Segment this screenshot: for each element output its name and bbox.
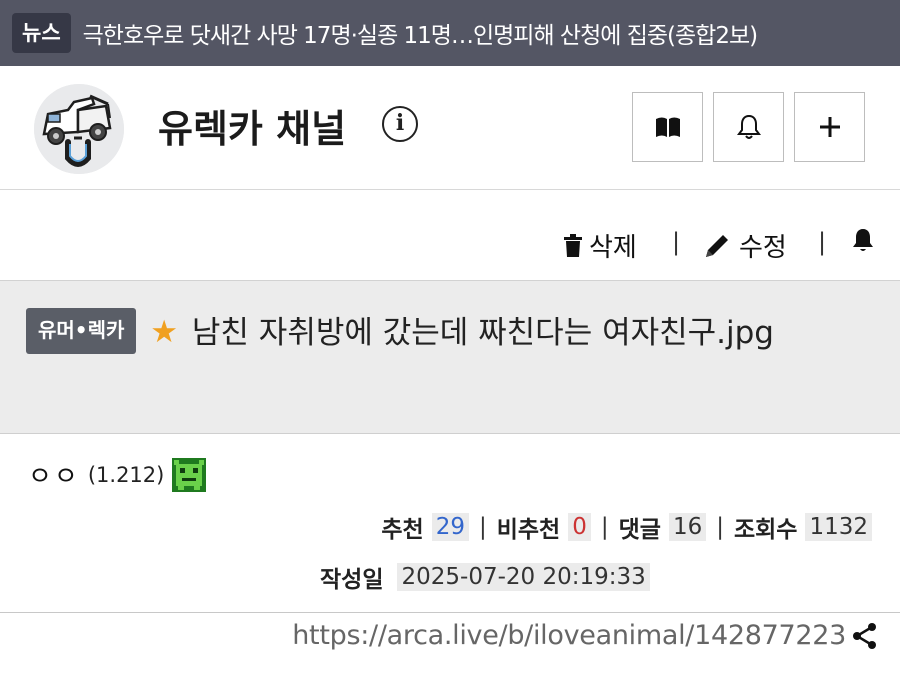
subscribe-notify-button[interactable]	[713, 92, 784, 162]
user-level-icon	[172, 457, 207, 492]
stat-separator: |	[600, 514, 609, 540]
notify-button[interactable]	[851, 227, 875, 253]
author-name[interactable]: ㅇㅇ	[28, 456, 80, 493]
post-link: https://arca.live/b/iloveanimal/14287722…	[292, 620, 878, 651]
post-title: 유머•렉카 ★ 남친 자취방에 갔는데 짜친다는 여자친구.jpg	[26, 305, 872, 363]
stat-separator: |	[716, 514, 724, 540]
author-info: ㅇㅇ (1.212)	[28, 456, 207, 493]
plus-icon	[819, 117, 840, 137]
channel-header: 유렉카 채널 i	[0, 66, 900, 190]
post-actions: 삭제 | 수정 |	[0, 190, 900, 280]
tow-truck-icon	[34, 84, 124, 174]
news-badge: 뉴스	[12, 13, 71, 53]
share-icon[interactable]	[852, 622, 878, 650]
post-title-text: 남친 자취방에 갔는데 짜친다는 여자친구.jpg	[191, 315, 774, 351]
post-date: 작성일 2025-07-20 20:19:33	[320, 560, 650, 594]
upvote-label: 추천	[381, 517, 424, 543]
post-url[interactable]: https://arca.live/b/iloveanimal/14287722…	[292, 620, 846, 651]
action-separator: |	[672, 228, 681, 256]
delete-label: 삭제	[589, 233, 637, 263]
post-title-area: 유머•렉카 ★ 남친 자취방에 갔는데 짜친다는 여자친구.jpg	[0, 280, 900, 434]
upvote-count: 29	[431, 513, 469, 541]
delete-button[interactable]: 삭제	[563, 227, 637, 264]
info-icon[interactable]: i	[382, 106, 418, 142]
edit-label: 수정	[739, 233, 787, 263]
edit-button[interactable]: 수정	[703, 227, 787, 264]
comment-label: 댓글	[618, 517, 661, 543]
news-headline[interactable]: 극한호우로 닷새간 사망 17명·실종 11명…인명피해 산청에 집중(종합2보…	[83, 16, 757, 50]
downvote-label: 비추천	[496, 517, 561, 543]
downvote-count: 0	[568, 513, 591, 541]
bookmark-button[interactable]	[632, 92, 703, 162]
date-value: 2025-07-20 20:19:33	[397, 563, 650, 591]
views-count: 1132	[805, 513, 872, 541]
trash-icon	[564, 233, 582, 257]
channel-name[interactable]: 유렉카 채널	[158, 98, 346, 153]
date-label: 작성일	[320, 567, 384, 593]
pencil-icon	[706, 234, 728, 257]
book-icon	[655, 117, 680, 137]
stat-separator: |	[478, 514, 487, 540]
channel-avatar[interactable]	[34, 84, 124, 174]
action-separator: |	[818, 228, 827, 256]
comment-count: 16	[668, 513, 707, 541]
star-icon: ★	[150, 313, 179, 350]
bell-icon	[853, 229, 873, 251]
divider	[0, 612, 900, 613]
bell-outline-icon	[736, 114, 761, 139]
add-button[interactable]	[794, 92, 865, 162]
views-label: 조회수	[733, 517, 798, 543]
author-score: (1.212)	[87, 462, 165, 487]
post-stats: 추천 29 | 비추천 0 | 댓글 16 | 조회수 1132	[381, 510, 872, 544]
category-badge[interactable]: 유머•렉카	[26, 307, 137, 354]
news-ticker[interactable]: 뉴스 극한호우로 닷새간 사망 17명·실종 11명…인명피해 산청에 집중(종…	[0, 0, 900, 66]
